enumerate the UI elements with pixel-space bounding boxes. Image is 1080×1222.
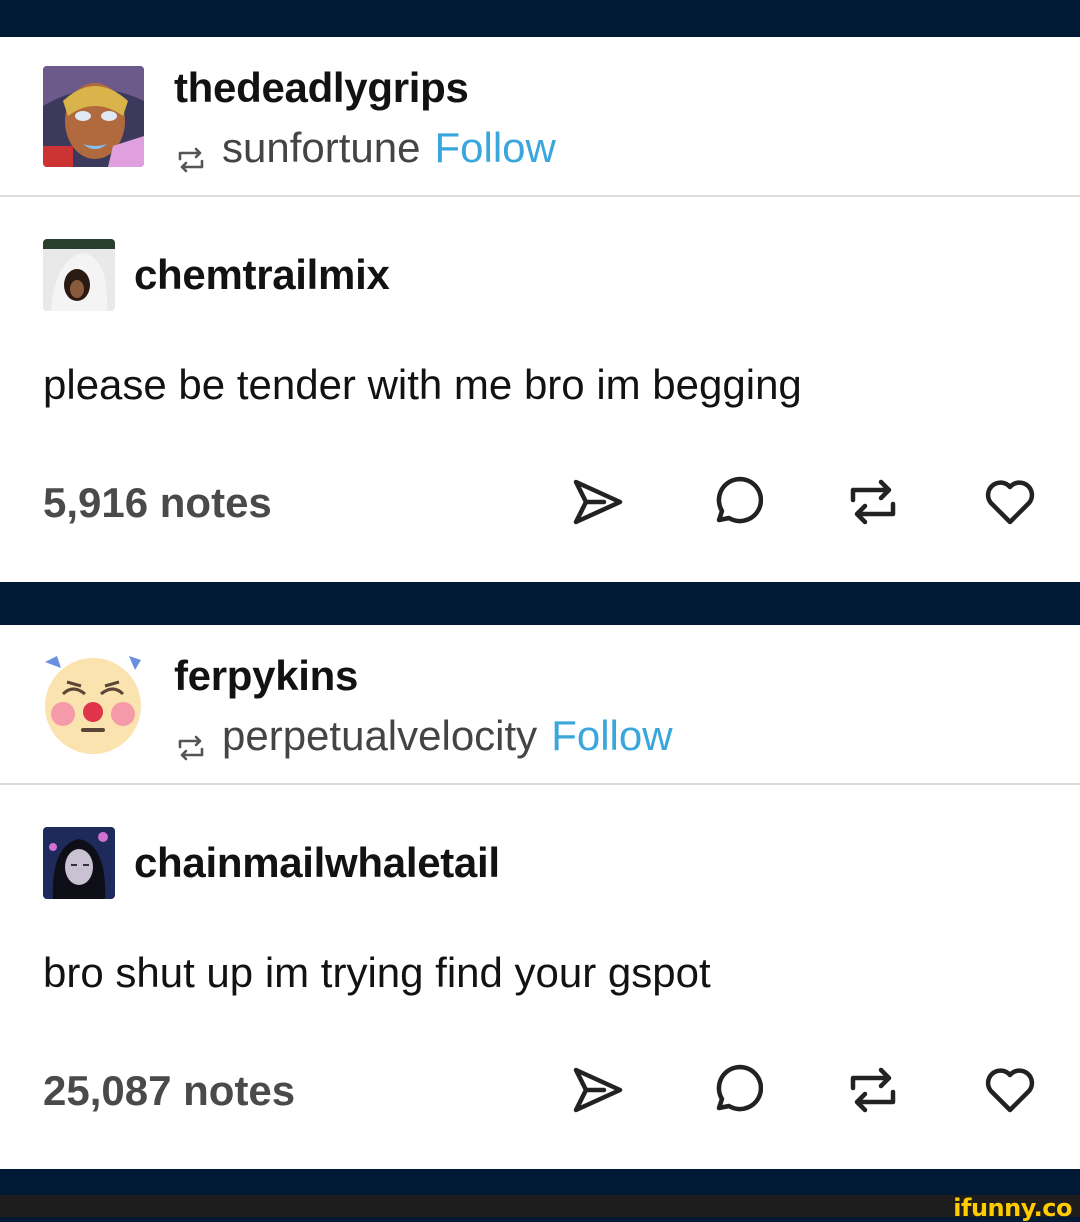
reblog-header: ferpykins perpetualvelocity Follow bbox=[0, 625, 1080, 785]
reblogger-username[interactable]: thedeadlygrips bbox=[174, 64, 469, 112]
share-icon[interactable] bbox=[570, 1062, 626, 1118]
share-icon[interactable] bbox=[570, 474, 626, 530]
like-icon[interactable] bbox=[982, 1062, 1038, 1118]
reblogger-avatar[interactable] bbox=[43, 654, 144, 755]
like-icon[interactable] bbox=[982, 474, 1038, 530]
reblog-source-username[interactable]: perpetualvelocity bbox=[222, 712, 537, 760]
reblog-header: thedeadlygrips sunfortune Follow bbox=[0, 37, 1080, 197]
reblog-source-line: sunfortune Follow bbox=[176, 123, 556, 173]
reply-icon[interactable] bbox=[707, 1062, 764, 1118]
reblog-small-icon bbox=[176, 723, 206, 761]
post-card: ferpykins perpetualvelocity Follow chain… bbox=[0, 625, 1080, 1169]
follow-button[interactable]: Follow bbox=[551, 712, 672, 760]
notes-count[interactable]: 5,916 notes bbox=[43, 479, 272, 527]
notes-count[interactable]: 25,087 notes bbox=[43, 1067, 295, 1115]
original-author-username[interactable]: chemtrailmix bbox=[134, 251, 390, 299]
reblog-source-line: perpetualvelocity Follow bbox=[176, 711, 673, 761]
reply-icon[interactable] bbox=[707, 474, 764, 530]
dashboard-background-top bbox=[0, 0, 1080, 37]
reblog-icon[interactable] bbox=[845, 1062, 901, 1118]
dashboard-background-gap bbox=[0, 582, 1080, 625]
reblogger-avatar[interactable] bbox=[43, 66, 144, 167]
original-author-avatar[interactable] bbox=[43, 827, 115, 899]
post-card: thedeadlygrips sunfortune Follow chemtra… bbox=[0, 37, 1080, 582]
reblog-source-username[interactable]: sunfortune bbox=[222, 124, 420, 172]
original-author-avatar[interactable] bbox=[43, 239, 115, 311]
original-author-username[interactable]: chainmailwhaletail bbox=[134, 839, 500, 887]
follow-button[interactable]: Follow bbox=[434, 124, 555, 172]
post-text: bro shut up im trying find your gspot bbox=[43, 949, 711, 996]
reblogger-username[interactable]: ferpykins bbox=[174, 652, 358, 700]
reblog-small-icon bbox=[176, 135, 206, 173]
reblog-icon[interactable] bbox=[845, 474, 901, 530]
watermark-bar bbox=[0, 1195, 1080, 1217]
watermark-logo: ifunny.co bbox=[953, 1194, 1072, 1222]
dashboard-background-bottom bbox=[0, 1169, 1080, 1195]
post-text: please be tender with me bro im begging bbox=[43, 361, 802, 408]
